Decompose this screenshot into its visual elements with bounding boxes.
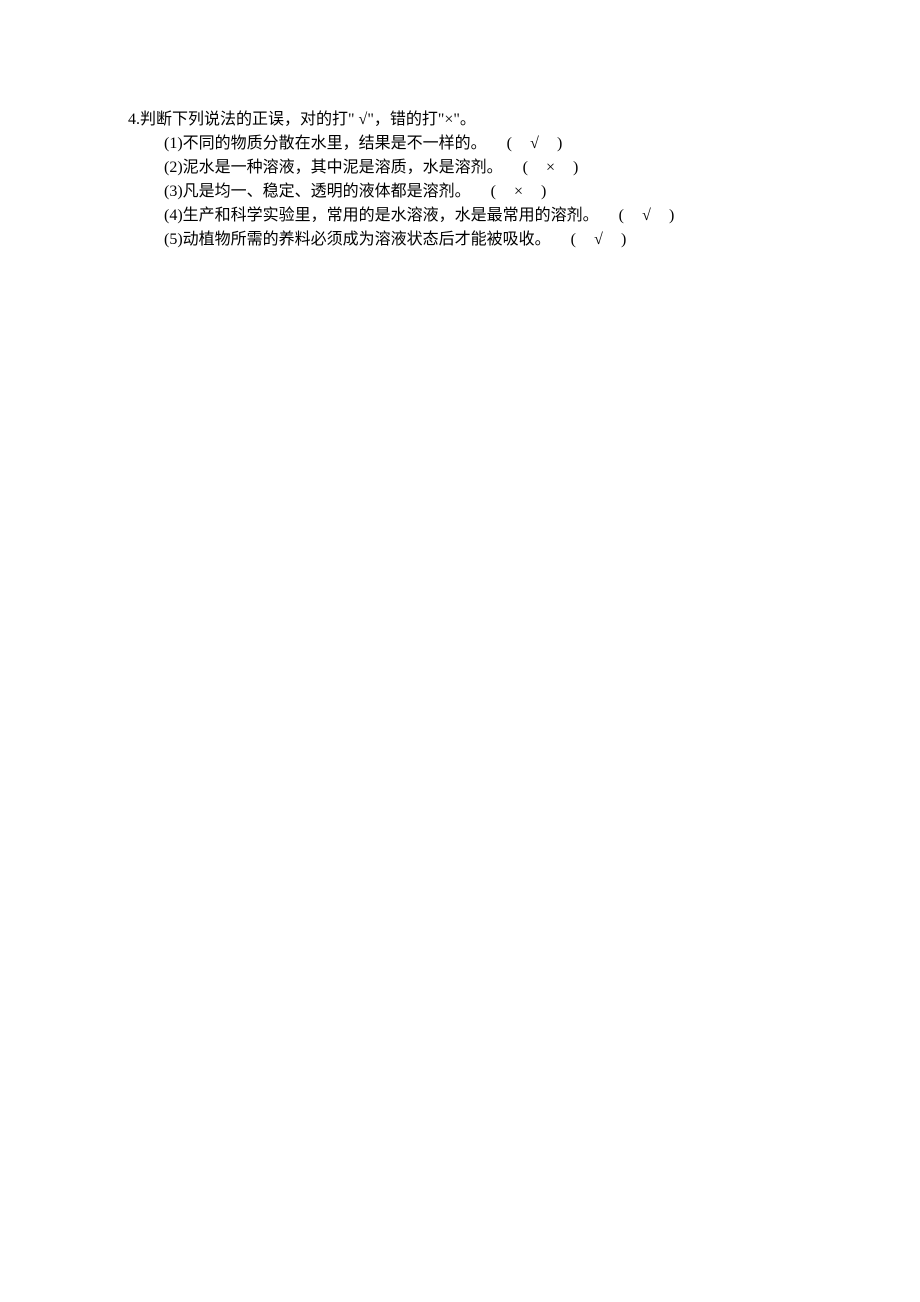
items-list: (1) 不同的物质分散在水里，结果是不一样的。 ( √ ) (2) 泥水是一种溶…: [128, 132, 920, 252]
item-statement: 不同的物质分散在水里，结果是不一样的。: [183, 132, 487, 156]
paren-open: (: [491, 183, 497, 200]
answer-mark: √: [523, 132, 547, 156]
item-statement: 生产和科学实验里，常用的是水溶液，水是最常用的溶剂。: [183, 204, 599, 228]
list-item: (3) 凡是均一、稳定、透明的液体都是溶剂。 ( × ): [164, 180, 920, 204]
item-label: (3): [164, 180, 183, 204]
answer-mark: √: [587, 228, 611, 252]
question-prompt: 判断下列说法的正误，对的打" √"，错的打"×"。: [140, 108, 476, 132]
answer-mark: √: [635, 204, 659, 228]
item-label: (4): [164, 204, 183, 228]
item-statement: 泥水是一种溶液，其中泥是溶质，水是溶剂。: [183, 156, 503, 180]
question-number: 4.: [128, 108, 140, 132]
answer-paren: ( × ): [523, 156, 580, 180]
item-statement: 凡是均一、稳定、透明的液体都是溶剂。: [183, 180, 471, 204]
item-label: (5): [164, 228, 183, 252]
list-item: (4) 生产和科学实验里，常用的是水溶液，水是最常用的溶剂。 ( √ ): [164, 204, 920, 228]
item-statement: 动植物所需的养料必须成为溶液状态后才能被吸收。: [183, 228, 551, 252]
answer-paren: ( √ ): [619, 204, 676, 228]
paren-close: ): [669, 207, 675, 224]
paren-open: (: [619, 207, 625, 224]
list-item: (1) 不同的物质分散在水里，结果是不一样的。 ( √ ): [164, 132, 920, 156]
paren-close: ): [541, 183, 547, 200]
list-item: (5) 动植物所需的养料必须成为溶液状态后才能被吸收。 ( √ ): [164, 228, 920, 252]
list-item: (2) 泥水是一种溶液，其中泥是溶质，水是溶剂。 ( × ): [164, 156, 920, 180]
item-label: (2): [164, 156, 183, 180]
paren-close: ): [621, 231, 627, 248]
paren-open: (: [507, 135, 513, 152]
question-block: 4. 判断下列说法的正误，对的打" √"，错的打"×"。 (1) 不同的物质分散…: [128, 108, 920, 252]
answer-paren: ( × ): [491, 180, 548, 204]
paren-open: (: [571, 231, 577, 248]
item-label: (1): [164, 132, 183, 156]
question-header: 4. 判断下列说法的正误，对的打" √"，错的打"×"。: [128, 108, 920, 132]
paren-close: ): [557, 135, 563, 152]
paren-close: ): [573, 159, 579, 176]
answer-paren: ( √ ): [571, 228, 628, 252]
answer-mark: ×: [539, 156, 563, 180]
answer-paren: ( √ ): [507, 132, 564, 156]
paren-open: (: [523, 159, 529, 176]
answer-mark: ×: [507, 180, 531, 204]
